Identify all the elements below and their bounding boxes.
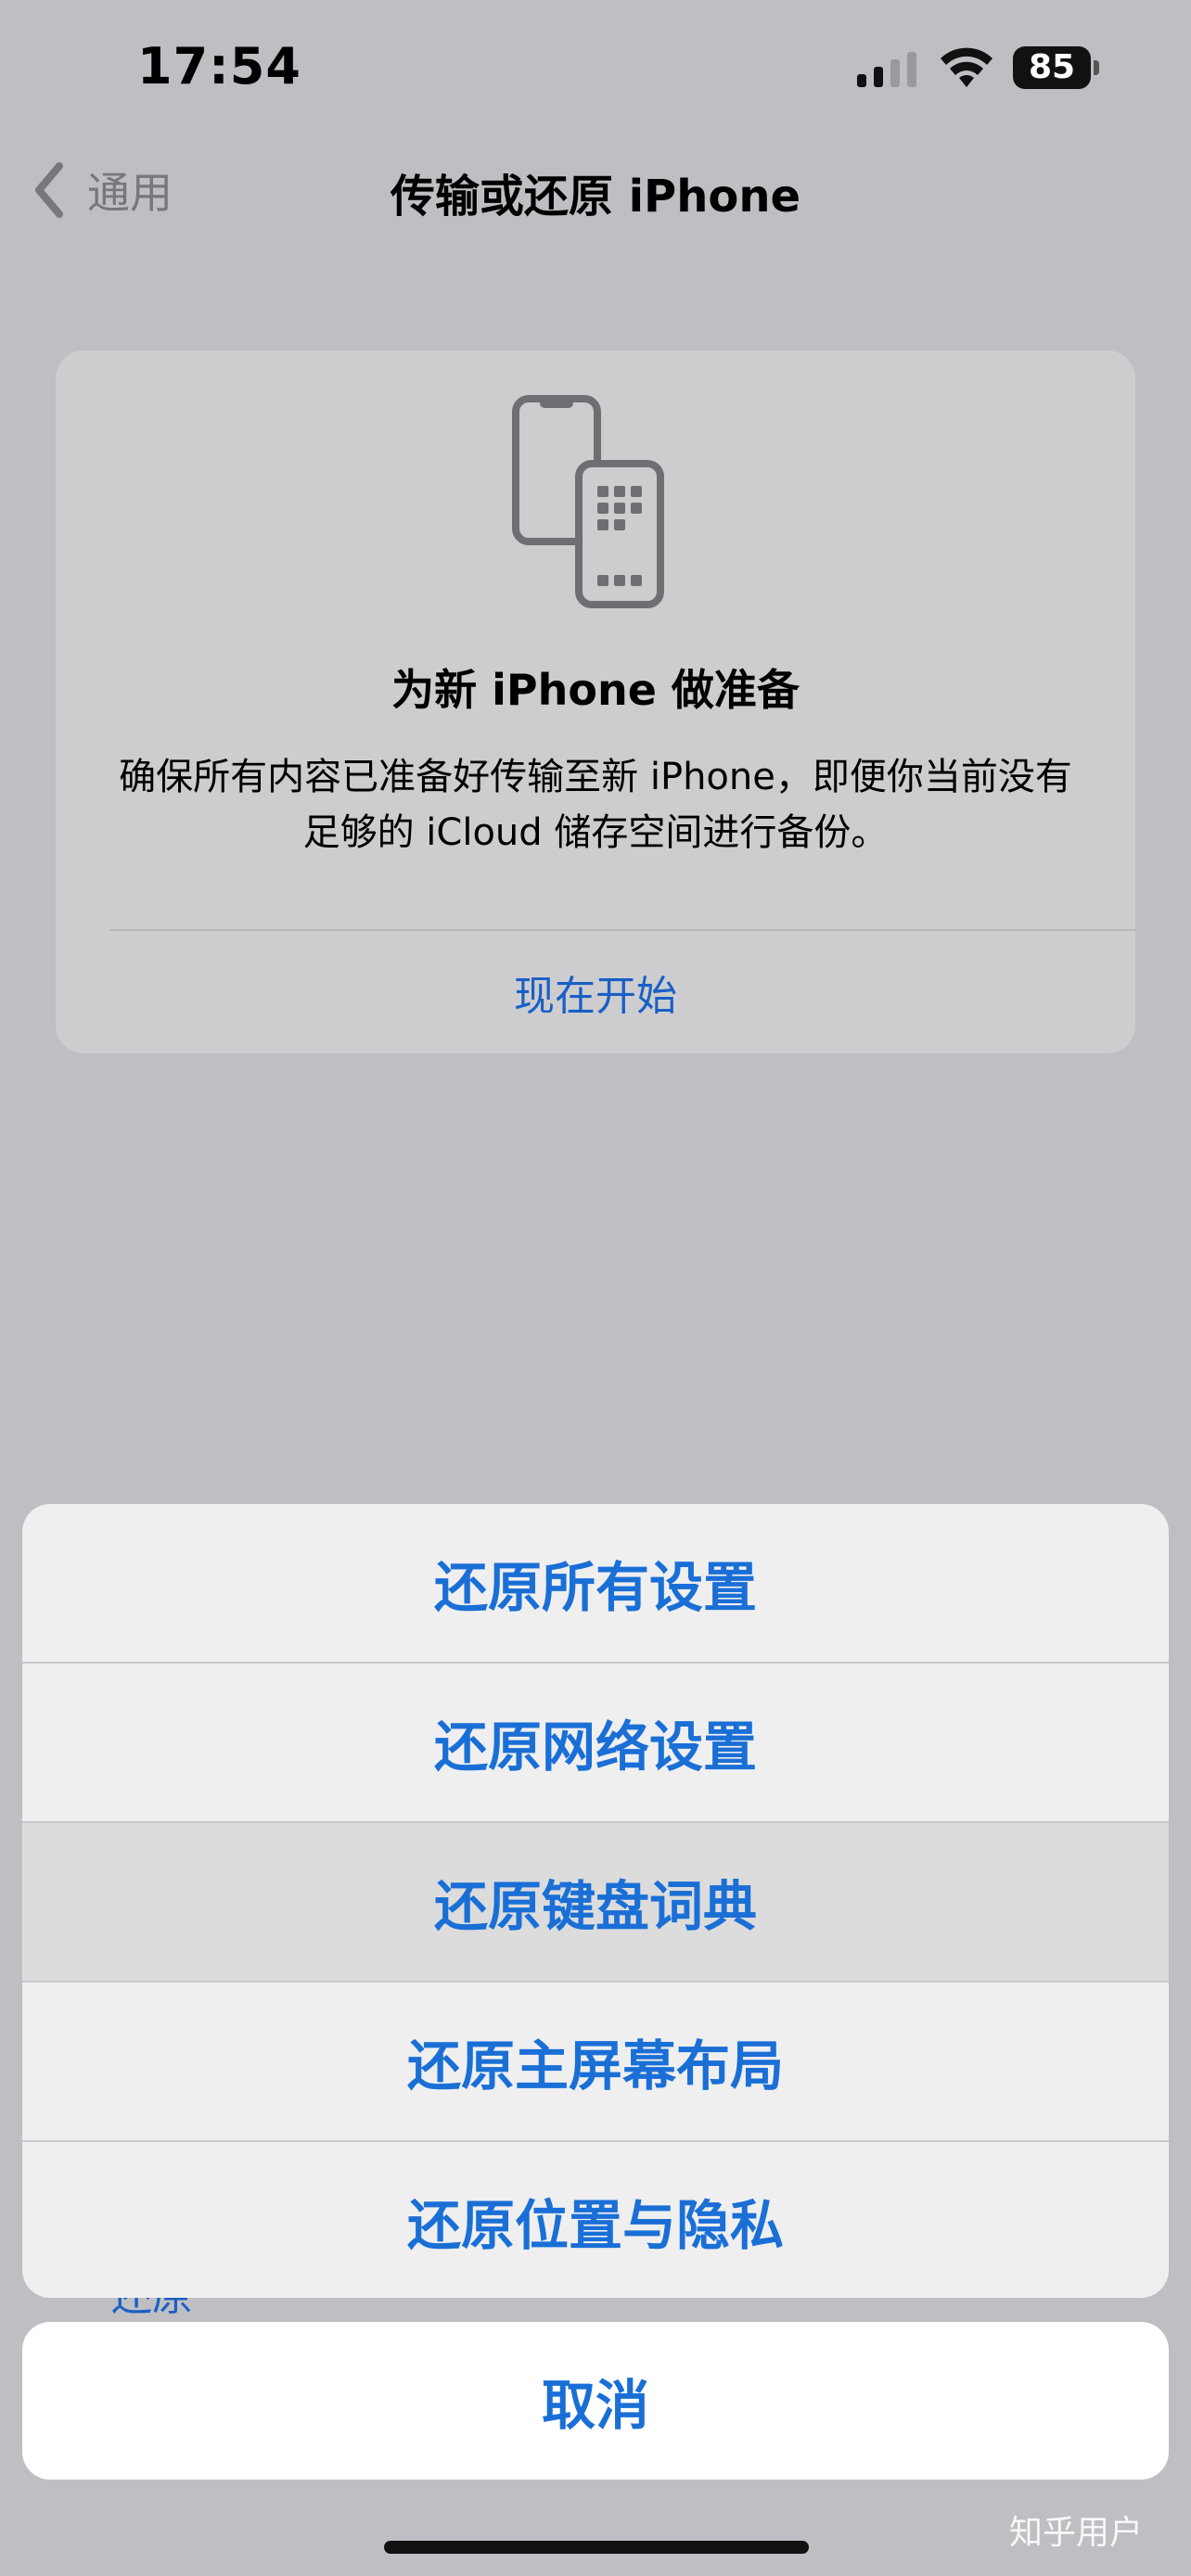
page-title: 传输或还原 iPhone <box>390 171 801 223</box>
cancel-button[interactable]: 取消 <box>22 2322 1169 2480</box>
reset-keyboard-dictionary-button[interactable]: 还原键盘词典 <box>22 1823 1169 1981</box>
battery-tip <box>1094 60 1099 75</box>
status-bar: 17:54 85 <box>0 0 1191 139</box>
two-phones-transfer-icon <box>512 395 664 608</box>
status-time: 17:54 <box>137 37 301 96</box>
reset-home-screen-layout-button[interactable]: 还原主屏幕布局 <box>22 1983 1169 2140</box>
home-indicator[interactable] <box>384 2541 809 2554</box>
card-divider <box>109 929 1135 931</box>
battery-level: 85 <box>1028 48 1076 86</box>
battery-icon: 85 <box>1013 46 1099 91</box>
reset-all-settings-button[interactable]: 还原所有设置 <box>22 1504 1169 1662</box>
reset-location-privacy-button[interactable]: 还原位置与隐私 <box>22 2142 1169 2298</box>
cellular-signal-icon <box>857 52 916 87</box>
wifi-icon <box>941 47 992 87</box>
card-title: 为新 iPhone 做准备 <box>391 665 800 715</box>
reset-network-settings-button[interactable]: 还原网络设置 <box>22 1664 1169 1821</box>
get-started-button[interactable]: 现在开始 <box>56 963 1135 1022</box>
reset-action-sheet: 还原所有设置 还原网络设置 还原键盘词典 还原主屏幕布局 还原位置与隐私 <box>22 1504 1169 2298</box>
card-description: 确保所有内容已准备好传输至新 iPhone，即便你当前没有足够的 iCloud … <box>119 756 1072 854</box>
prepare-new-iphone-card: 为新 iPhone 做准备 确保所有内容已准备好传输至新 iPhone，即便你当… <box>56 351 1135 1053</box>
watermark: 知乎用户 <box>1009 2514 1144 2552</box>
